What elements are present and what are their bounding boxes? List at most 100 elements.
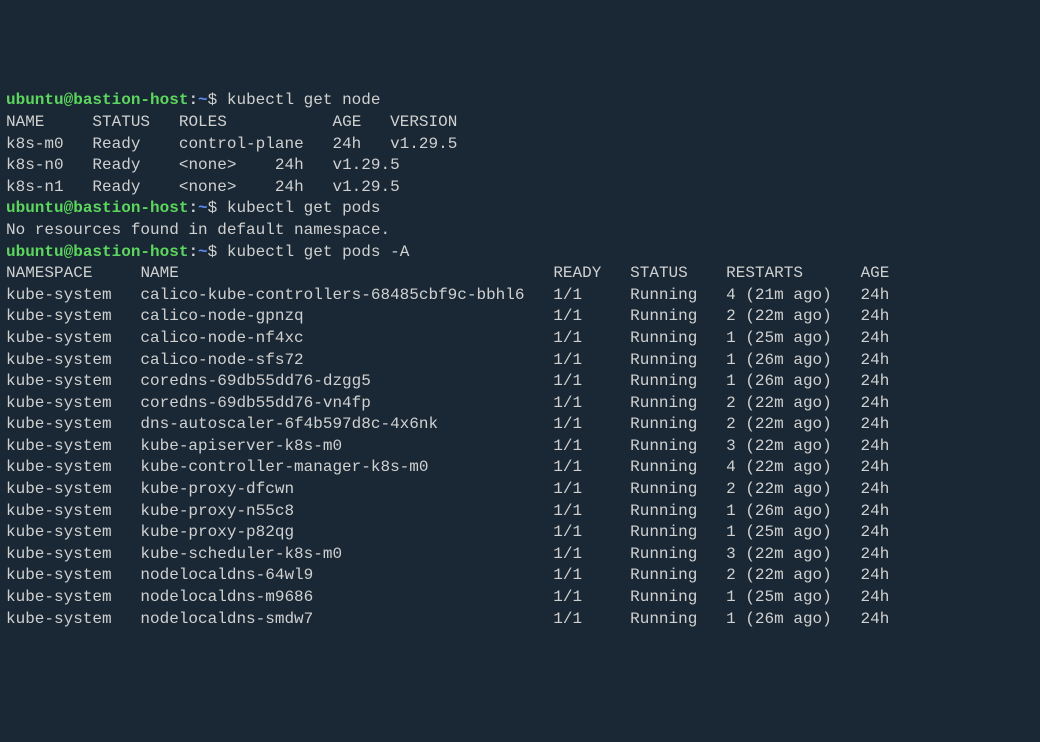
node-status: Ready xyxy=(92,156,178,174)
pod-namespace: kube-system xyxy=(6,307,140,325)
pod-restarts: 1 (26m ago) xyxy=(726,610,860,628)
pod-status: Running xyxy=(630,458,726,476)
col-ready: READY xyxy=(553,264,601,282)
pod-status: Running xyxy=(630,480,726,498)
terminal-output[interactable]: ubuntu@bastion-host:~$ kubectl get node … xyxy=(6,90,1034,630)
pod-restarts: 1 (26m ago) xyxy=(726,502,860,520)
pod-ready: 1/1 xyxy=(553,566,630,584)
node-status: Ready xyxy=(92,178,178,196)
pod-ready: 1/1 xyxy=(553,394,630,412)
col-status: STATUS xyxy=(630,264,688,282)
pods-header: NAMESPACE NAME READY STATUS RESTARTS AGE xyxy=(6,264,889,282)
pod-restarts: 2 (22m ago) xyxy=(726,394,860,412)
pod-age: 24h xyxy=(861,437,890,455)
pod-row: kube-system calico-kube-controllers-6848… xyxy=(6,286,889,304)
dollar: $ xyxy=(208,243,227,261)
command-get-pods: kubectl get pods xyxy=(227,199,381,217)
command-get-pods-a: kubectl get pods -A xyxy=(227,243,409,261)
pod-age: 24h xyxy=(861,286,890,304)
pod-ready: 1/1 xyxy=(553,610,630,628)
user-host: ubuntu@bastion-host xyxy=(6,91,188,109)
pod-namespace: kube-system xyxy=(6,372,140,390)
pod-age: 24h xyxy=(861,351,890,369)
pod-status: Running xyxy=(630,523,726,541)
pod-status: Running xyxy=(630,307,726,325)
pod-ready: 1/1 xyxy=(553,329,630,347)
user-host: ubuntu@bastion-host xyxy=(6,199,188,217)
command-get-node: kubectl get node xyxy=(227,91,381,109)
pod-row: kube-system calico-node-nf4xc 1/1 Runnin… xyxy=(6,329,889,347)
pod-age: 24h xyxy=(861,588,890,606)
col-namespace: NAMESPACE xyxy=(6,264,92,282)
pod-name: kube-scheduler-k8s-m0 xyxy=(140,545,553,563)
colon: : xyxy=(188,243,198,261)
pod-namespace: kube-system xyxy=(6,351,140,369)
pod-row: kube-system calico-node-sfs72 1/1 Runnin… xyxy=(6,351,889,369)
colon: : xyxy=(188,199,198,217)
pod-name: kube-proxy-dfcwn xyxy=(140,480,553,498)
no-resources-line: No resources found in default namespace. xyxy=(6,221,390,239)
pod-status: Running xyxy=(630,610,726,628)
pod-status: Running xyxy=(630,437,726,455)
pod-restarts: 1 (26m ago) xyxy=(726,351,860,369)
pod-status: Running xyxy=(630,415,726,433)
pod-namespace: kube-system xyxy=(6,523,140,541)
pod-row: kube-system dns-autoscaler-6f4b597d8c-4x… xyxy=(6,415,889,433)
node-row: k8s-n0 Ready <none> 24h v1.29.5 xyxy=(6,156,400,174)
node-name: k8s-n0 xyxy=(6,156,92,174)
node-roles: <none> xyxy=(179,156,275,174)
pod-row: kube-system coredns-69db55dd76-dzgg5 1/1… xyxy=(6,372,889,390)
pod-age: 24h xyxy=(861,480,890,498)
pod-name: kube-apiserver-k8s-m0 xyxy=(140,437,553,455)
pod-restarts: 1 (25m ago) xyxy=(726,329,860,347)
node-version: v1.29.5 xyxy=(390,135,457,153)
pod-restarts: 4 (22m ago) xyxy=(726,458,860,476)
pod-name: calico-kube-controllers-68485cbf9c-bbhl6 xyxy=(140,286,553,304)
pod-age: 24h xyxy=(861,394,890,412)
col-name: NAME xyxy=(6,113,44,131)
pod-ready: 1/1 xyxy=(553,545,630,563)
node-age: 24h xyxy=(275,178,333,196)
pod-name: calico-node-nf4xc xyxy=(140,329,553,347)
pod-status: Running xyxy=(630,588,726,606)
pod-name: kube-proxy-n55c8 xyxy=(140,502,553,520)
pod-age: 24h xyxy=(861,610,890,628)
pod-status: Running xyxy=(630,372,726,390)
node-age: 24h xyxy=(275,156,333,174)
col-version: VERSION xyxy=(390,113,457,131)
pod-row: kube-system kube-scheduler-k8s-m0 1/1 Ru… xyxy=(6,545,889,563)
node-row: k8s-n1 Ready <none> 24h v1.29.5 xyxy=(6,178,400,196)
pod-ready: 1/1 xyxy=(553,307,630,325)
pod-status: Running xyxy=(630,286,726,304)
pod-name: calico-node-sfs72 xyxy=(140,351,553,369)
pod-restarts: 4 (21m ago) xyxy=(726,286,860,304)
node-age: 24h xyxy=(332,135,390,153)
pod-name: nodelocaldns-m9686 xyxy=(140,588,553,606)
prompt-line: ubuntu@bastion-host:~$ kubectl get node xyxy=(6,91,380,109)
pod-ready: 1/1 xyxy=(553,415,630,433)
pod-ready: 1/1 xyxy=(553,286,630,304)
pod-name: kube-controller-manager-k8s-m0 xyxy=(140,458,553,476)
pod-ready: 1/1 xyxy=(553,502,630,520)
col-name: NAME xyxy=(140,264,178,282)
nodes-header: NAME STATUS ROLES AGE VERSION xyxy=(6,113,457,131)
pod-restarts: 1 (25m ago) xyxy=(726,588,860,606)
col-status: STATUS xyxy=(92,113,150,131)
pod-namespace: kube-system xyxy=(6,610,140,628)
pod-age: 24h xyxy=(861,566,890,584)
pod-row: kube-system nodelocaldns-64wl9 1/1 Runni… xyxy=(6,566,889,584)
pod-row: kube-system coredns-69db55dd76-vn4fp 1/1… xyxy=(6,394,889,412)
pod-namespace: kube-system xyxy=(6,458,140,476)
pod-row: kube-system kube-controller-manager-k8s-… xyxy=(6,458,889,476)
pod-namespace: kube-system xyxy=(6,437,140,455)
pod-restarts: 3 (22m ago) xyxy=(726,545,860,563)
pod-namespace: kube-system xyxy=(6,329,140,347)
node-status: Ready xyxy=(92,135,178,153)
pod-status: Running xyxy=(630,394,726,412)
pod-name: dns-autoscaler-6f4b597d8c-4x6nk xyxy=(140,415,553,433)
node-name: k8s-n1 xyxy=(6,178,92,196)
pod-ready: 1/1 xyxy=(553,458,630,476)
prompt-line: ubuntu@bastion-host:~$ kubectl get pods xyxy=(6,199,380,217)
dollar: $ xyxy=(208,199,227,217)
pod-status: Running xyxy=(630,351,726,369)
